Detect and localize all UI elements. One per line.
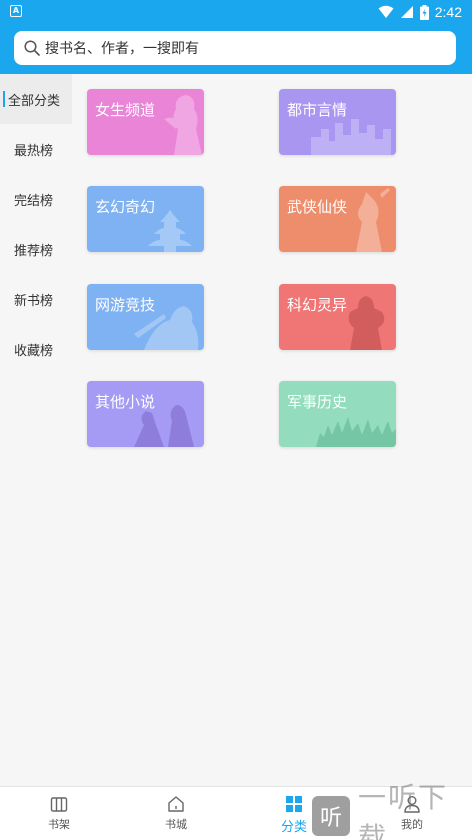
bookshelf-icon <box>50 797 68 812</box>
sidebar-item-new-books[interactable]: 新书榜 <box>0 274 72 324</box>
signal-icon <box>400 6 413 18</box>
nav-label: 书城 <box>165 818 187 831</box>
watermark: 听 一听下载 <box>312 781 472 840</box>
category-label: 武侠仙侠 <box>287 198 348 216</box>
army-icon <box>316 417 396 447</box>
sidebar-item-label: 收藏榜 <box>14 343 54 359</box>
sidebar-item-recommended[interactable]: 推荐榜 <box>0 224 72 274</box>
sidebar-item-label: 最热榜 <box>14 143 54 159</box>
sidebar-item-label: 新书榜 <box>14 293 54 309</box>
sidebar-item-all-categories[interactable]: 全部分类 <box>0 74 72 124</box>
status-bar: A 2:42 <box>0 0 472 24</box>
ranking-sidebar: 全部分类 最热榜 完结榜 推荐榜 新书榜 收藏榜 <box>0 74 72 374</box>
category-label: 其他小说 <box>95 393 156 411</box>
category-card-wuxia[interactable]: 武侠仙侠 <box>279 186 396 252</box>
category-card-gaming[interactable]: 网游竞技 <box>87 284 204 350</box>
sidebar-item-hottest[interactable]: 最热榜 <box>0 124 72 174</box>
category-label: 玄幻奇幻 <box>95 198 156 216</box>
app-notification-icon: A <box>10 5 22 17</box>
category-label: 网游竞技 <box>95 296 156 314</box>
wifi-icon <box>378 5 394 18</box>
nav-label: 书架 <box>48 818 70 831</box>
app-header: A 2:42 搜书名、作者，一搜即有 <box>0 0 472 74</box>
category-label: 都市言情 <box>287 101 348 119</box>
category-card-female[interactable]: 女生频道 <box>87 89 204 155</box>
sidebar-item-label: 全部分类 <box>8 93 61 109</box>
watermark-text: 一听下载 <box>358 781 449 840</box>
sidebar-item-label: 完结榜 <box>14 193 54 209</box>
category-card-fantasy[interactable]: 玄幻奇幻 <box>87 186 204 252</box>
search-input[interactable]: 搜书名、作者，一搜即有 <box>14 31 456 65</box>
nav-bookstore[interactable]: 书城 <box>136 787 216 840</box>
category-label: 军事历史 <box>287 393 348 411</box>
nav-label: 分类 <box>280 820 307 835</box>
status-time: 2:42 <box>434 4 462 20</box>
category-label: 女生频道 <box>95 101 156 119</box>
watermark-logo-icon: 听 <box>312 796 350 836</box>
category-label: 科幻灵异 <box>287 296 348 314</box>
category-grid-icon <box>286 796 302 812</box>
sidebar-item-completed[interactable]: 完结榜 <box>0 174 72 224</box>
category-card-other-novels[interactable]: 其他小说 <box>87 381 204 447</box>
category-card-urban-romance[interactable]: 都市言情 <box>279 89 396 155</box>
sidebar-item-label: 推荐榜 <box>14 243 54 259</box>
home-icon <box>168 796 184 812</box>
search-icon <box>24 40 40 56</box>
category-card-scifi[interactable]: 科幻灵异 <box>279 284 396 350</box>
sidebar-item-favorites[interactable]: 收藏榜 <box>0 324 72 374</box>
search-placeholder: 搜书名、作者，一搜即有 <box>45 41 199 57</box>
battery-icon <box>419 4 429 20</box>
city-skyline-icon <box>311 119 391 155</box>
nav-bookshelf[interactable]: 书架 <box>19 787 99 840</box>
category-card-military-history[interactable]: 军事历史 <box>279 381 396 447</box>
